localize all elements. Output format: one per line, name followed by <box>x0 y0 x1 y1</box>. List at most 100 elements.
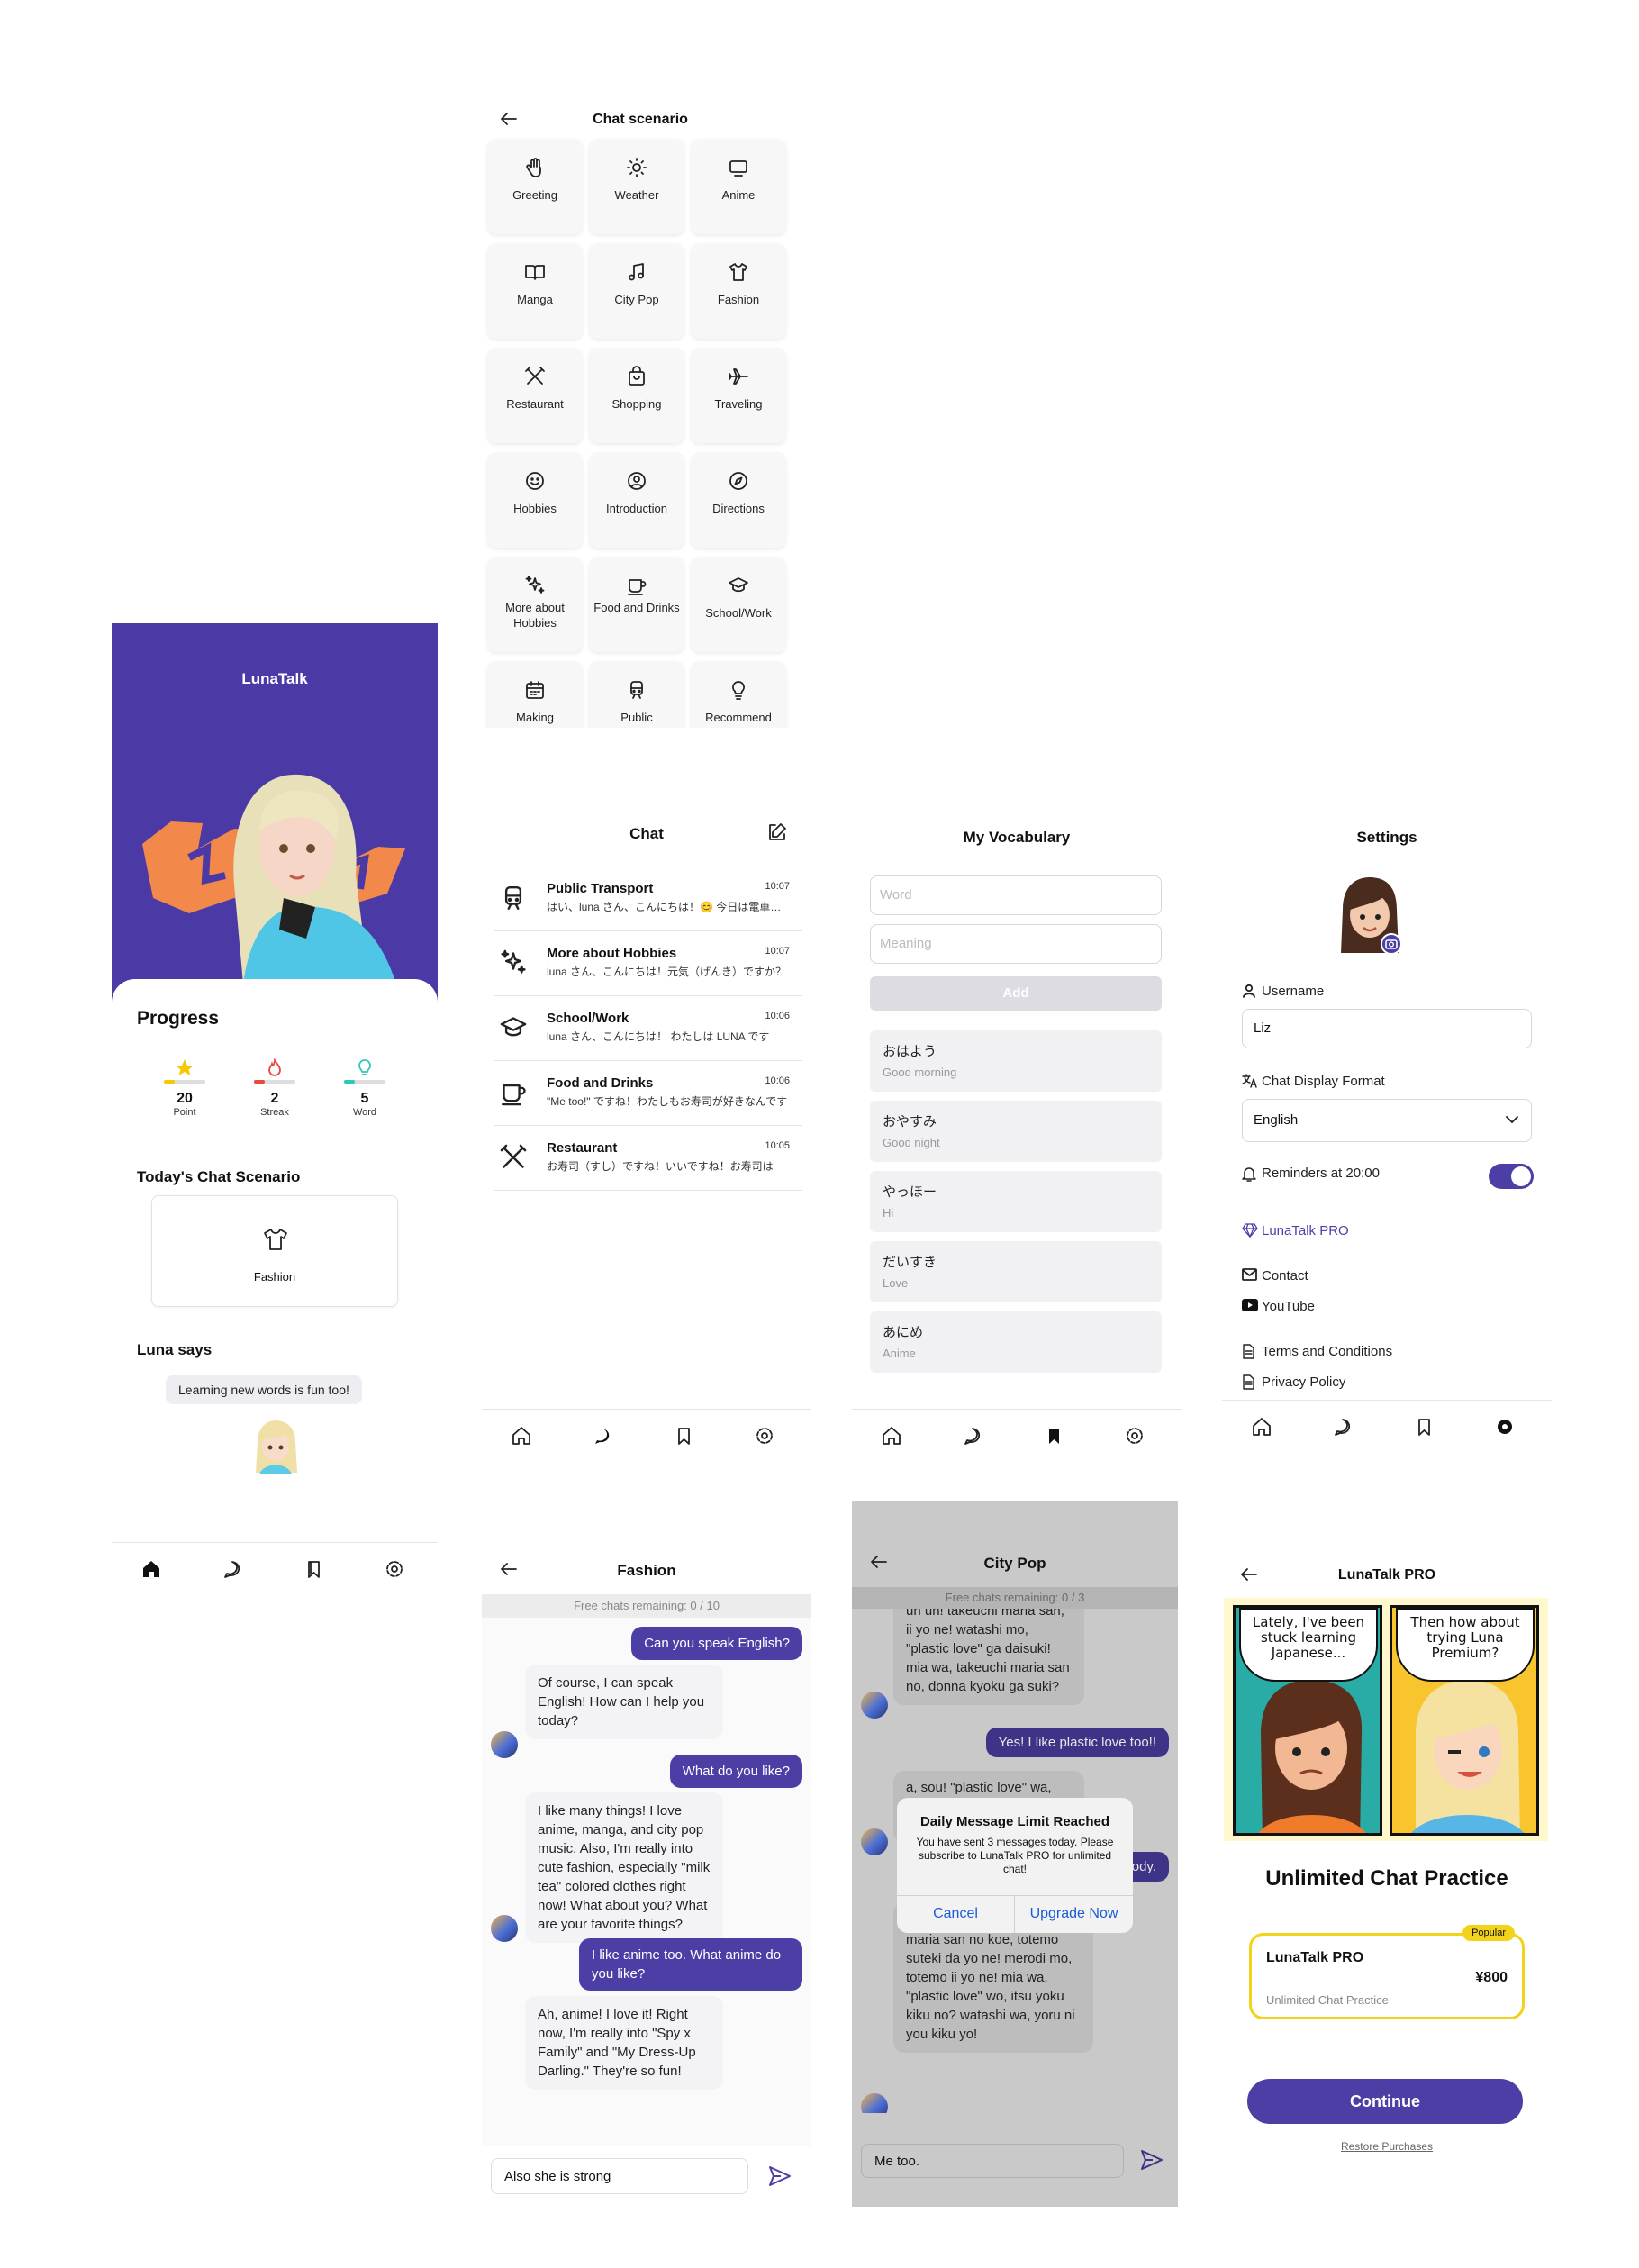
chat-list-row[interactable]: Food and Drinks 10:06 "Me too!" ですね！わたしもお寿… <box>494 1061 802 1126</box>
continue-button[interactable]: Continue <box>1247 2079 1523 2124</box>
app-title: LunaTalk <box>241 670 308 687</box>
scenario-tile-making[interactable]: Making <box>487 661 583 728</box>
profile-avatar[interactable] <box>1334 874 1406 955</box>
chat-tab-icon[interactable] <box>222 1559 242 1579</box>
vocabulary-tab-icon[interactable] <box>303 1559 323 1579</box>
sun-icon <box>627 158 647 177</box>
word-input[interactable]: Word <box>870 875 1162 915</box>
user-message: I like anime too. What anime do you like… <box>579 1938 802 1991</box>
settings-tab-icon[interactable] <box>1125 1426 1145 1446</box>
hero-banner: LunaTalk <box>112 623 438 1002</box>
luna-bot-avatar <box>861 2093 888 2113</box>
scenario-tile-shopping[interactable]: Shopping <box>589 348 684 443</box>
compass-icon <box>729 472 747 490</box>
home-tab-icon[interactable] <box>1252 1417 1272 1437</box>
luna-hero-illustration <box>142 774 405 984</box>
username-input[interactable]: Liz <box>1242 1009 1532 1048</box>
luna-quote-bubble: Learning new words is fun too! <box>166 1375 362 1404</box>
scenario-tile-label: Restaurant <box>506 397 564 411</box>
scenario-tile-introduction[interactable]: Introduction <box>589 452 684 548</box>
chat-tab-icon[interactable] <box>1333 1417 1353 1437</box>
compose-icon[interactable] <box>766 821 788 843</box>
scenario-tile-fashion[interactable]: Fashion <box>691 243 786 339</box>
meaning-input[interactable]: Meaning <box>870 924 1162 964</box>
add-word-button[interactable]: Add <box>870 976 1162 1011</box>
chat-time: 10:06 <box>765 1075 790 1086</box>
bot-message: Ah, anime! I love it! Right now, I'm rea… <box>525 1996 723 2090</box>
chat-tab-icon[interactable] <box>593 1426 612 1446</box>
chat-list-row[interactable]: Public Transport 10:07 はい、luna さん、こんにちは！😊 … <box>494 866 802 931</box>
privacy-link[interactable]: Privacy Policy <box>1262 1374 1345 1390</box>
shirt-icon <box>264 1229 287 1250</box>
send-icon[interactable] <box>1140 2149 1164 2171</box>
scenario-tile-school-work[interactable]: School/Work <box>691 557 786 652</box>
vocabulary-word: やっほー <box>883 1184 937 1200</box>
contact-link[interactable]: Contact <box>1262 1268 1308 1284</box>
vocabulary-card[interactable]: あにめ Anime <box>870 1311 1162 1373</box>
luna-bot-avatar <box>861 1828 888 1855</box>
user-message: Can you speak English? <box>631 1627 802 1660</box>
chat-name: Public Transport <box>547 881 654 896</box>
scenario-tile-recommend[interactable]: Recommend <box>691 661 786 728</box>
scenario-tile-hobbies[interactable]: Hobbies <box>487 452 583 548</box>
vocabulary-tab-icon[interactable] <box>674 1426 693 1446</box>
display-format-label: Chat Display Format <box>1262 1074 1385 1089</box>
scenario-tile-restaurant[interactable]: Restaurant <box>487 348 583 443</box>
dialog-cancel-button[interactable]: Cancel <box>897 1895 1014 1933</box>
display-format-select[interactable]: English <box>1242 1099 1532 1142</box>
vocabulary-tab-icon[interactable] <box>1044 1426 1064 1446</box>
vocabulary-card[interactable]: おはよう Good morning <box>870 1030 1162 1092</box>
scenario-tile-anime[interactable]: Anime <box>691 139 786 234</box>
vocabulary-card[interactable]: だいすき Love <box>870 1241 1162 1302</box>
scenario-tile-manga[interactable]: Manga <box>487 243 583 339</box>
message-input[interactable]: Also she is strong <box>491 2158 748 2194</box>
lunatalk-pro-link[interactable]: LunaTalk PRO <box>1262 1223 1349 1238</box>
scenario-tile-label: Shopping <box>611 397 662 411</box>
vocabulary-card[interactable]: やっほー Hi <box>870 1171 1162 1232</box>
scenario-tile-greeting[interactable]: Greeting <box>487 139 583 234</box>
scenario-tile-weather[interactable]: Weather <box>589 139 684 234</box>
home-tab-icon[interactable] <box>141 1559 161 1579</box>
scenario-tile-directions[interactable]: Directions <box>691 452 786 548</box>
chat-list-screen: Chat Public Transport 10:07 はい、luna さん、こんに… <box>482 793 811 1459</box>
restore-purchases-link[interactable]: Restore Purchases <box>1222 2140 1552 2153</box>
terms-link[interactable]: Terms and Conditions <box>1262 1344 1392 1359</box>
display-format-value: English <box>1254 1112 1299 1128</box>
settings-tab-icon[interactable] <box>1495 1417 1515 1437</box>
pro-plan-card[interactable]: Popular LunaTalk PRO ¥800 Unlimited Chat… <box>1249 1925 1525 2019</box>
plane-icon <box>729 368 748 385</box>
calendar-icon <box>526 681 544 699</box>
scenario-tile-public[interactable]: Public <box>589 661 684 728</box>
scenario-tile-more-about-hobbies[interactable]: More about Hobbies <box>487 557 583 652</box>
scenario-tile-traveling[interactable]: Traveling <box>691 348 786 443</box>
tv-icon <box>729 160 747 177</box>
settings-tab-icon[interactable] <box>755 1426 774 1446</box>
dialog-upgrade-button[interactable]: Upgrade Now <box>1015 1895 1133 1933</box>
reminders-toggle[interactable] <box>1489 1164 1534 1189</box>
stat-streak: 2 Streak <box>243 1058 306 1118</box>
luna-says-title: Luna says <box>137 1341 213 1358</box>
stat-words: 5 Word <box>333 1058 396 1118</box>
citypop-chat-screen: City Pop Free chats remaining: 0 / 3 un … <box>852 1501 1178 2207</box>
shirt-icon <box>729 263 747 281</box>
send-icon[interactable] <box>768 2165 792 2187</box>
chat-tab-icon[interactable] <box>963 1426 982 1446</box>
message-input[interactable]: Me too. <box>861 2144 1124 2178</box>
home-tab-icon[interactable] <box>512 1426 531 1446</box>
vocabulary-meaning: Good morning <box>883 1066 957 1079</box>
vocabulary-card[interactable]: おやすみ Good night <box>870 1101 1162 1162</box>
scenario-tile-food-and-drinks[interactable]: Food and Drinks <box>589 557 684 652</box>
today-scenario-card[interactable]: Fashion <box>151 1195 398 1307</box>
vocabulary-tab-icon[interactable] <box>1414 1417 1434 1437</box>
scenario-tile-city-pop[interactable]: City Pop <box>589 243 684 339</box>
chat-list-row[interactable]: More about Hobbies 10:07 luna さん、こんにちは！元気（… <box>494 931 802 996</box>
chat-list-row[interactable]: Restaurant 10:05 お寿司（すし）ですね！いいですね！お寿司は <box>494 1126 802 1191</box>
scenario-tile-label: More about Hobbies <box>505 601 565 630</box>
settings-tab-icon[interactable] <box>385 1559 404 1579</box>
translate-icon <box>1242 1074 1257 1088</box>
home-tab-icon[interactable] <box>882 1426 901 1446</box>
chat-preview: お寿司（すし）ですね！いいですね！お寿司は <box>547 1160 774 1173</box>
bottom-tab-bar <box>1222 1400 1552 1450</box>
youtube-link[interactable]: YouTube <box>1262 1299 1315 1314</box>
chat-list-row[interactable]: School/Work 10:06 luna さん、こんにちは！ わたしは LUNA… <box>494 996 802 1061</box>
